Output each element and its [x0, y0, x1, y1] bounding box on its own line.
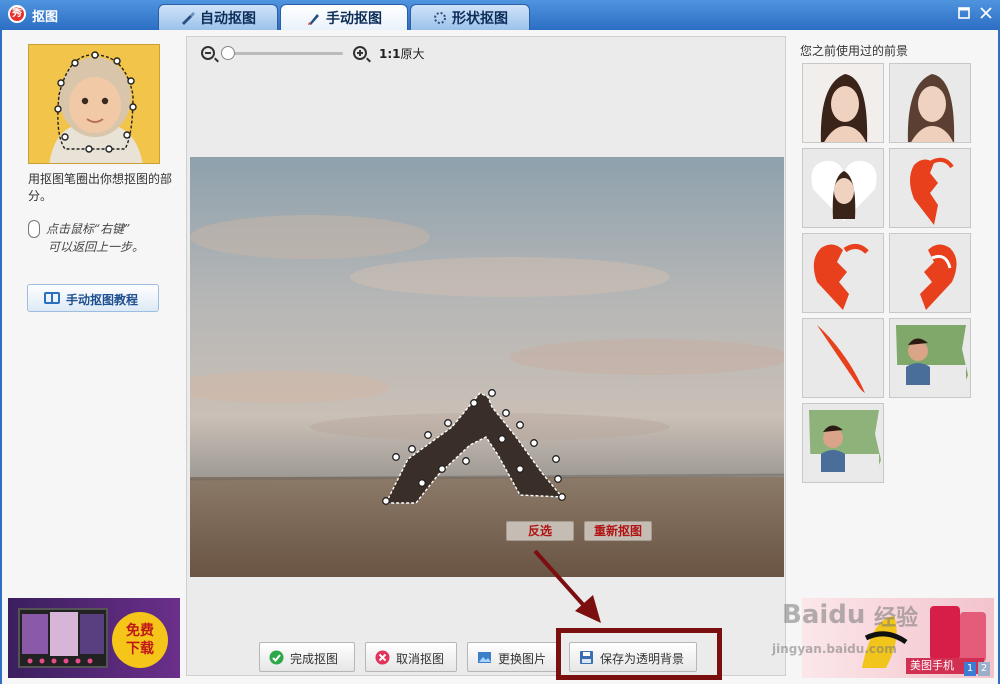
- finish-label: 完成抠图: [290, 652, 339, 666]
- badge-line-1: 免费: [126, 623, 154, 639]
- foreground-item-1[interactable]: [802, 63, 884, 143]
- recent-foregrounds-title: 您之前使用过的前景: [800, 44, 909, 58]
- broken-heart-icon: [890, 234, 970, 312]
- person-photo-icon: [890, 319, 970, 397]
- ad-page-1[interactable]: 1: [964, 662, 976, 676]
- check-icon: [269, 650, 284, 665]
- download-ad-banner[interactable]: 免费 下载: [8, 598, 180, 678]
- change-image-button[interactable]: 更换图片: [467, 642, 559, 672]
- window-title: 抠图: [32, 10, 59, 25]
- foreground-item-2[interactable]: [889, 63, 971, 143]
- foreground-item-9[interactable]: [802, 403, 884, 483]
- baidu-watermark-logo: Baidu: [782, 600, 866, 630]
- finish-cutout-button[interactable]: 完成抠图: [259, 642, 355, 672]
- foreground-item-5[interactable]: [802, 233, 884, 313]
- tab-shape-cutout[interactable]: 形状抠图: [410, 4, 530, 30]
- reset-cutout-button[interactable]: 重新抠图: [584, 521, 652, 541]
- feather-icon: [803, 319, 883, 397]
- player-screens-icon: [18, 608, 108, 668]
- foreground-item-7[interactable]: [802, 318, 884, 398]
- sky-field-photo-icon: [190, 157, 784, 577]
- maximize-icon: [958, 7, 970, 19]
- highlight-box: [556, 628, 722, 680]
- editor-panel: 1:1原大 反选 重新抠图 完成抠图 取消抠图 更换图片 保存为透明背景: [186, 36, 786, 676]
- book-icon: [44, 292, 60, 304]
- mouse-icon: [28, 220, 40, 238]
- image-canvas[interactable]: 反选 重新抠图: [190, 157, 784, 577]
- broken-heart-icon: [890, 149, 970, 227]
- title-bar: 秀 抠图 自动抠图 手动抠图 形状抠图: [0, 0, 1000, 31]
- foreground-item-6[interactable]: [889, 233, 971, 313]
- example-thumbnail: [28, 44, 160, 164]
- instruction-text: 用抠图笔圈出你想抠图的部分。: [28, 172, 173, 203]
- actual-size-button[interactable]: 1:1原大: [379, 45, 425, 62]
- cancel-cutout-button[interactable]: 取消抠图: [365, 642, 457, 672]
- cancel-icon: [375, 650, 390, 665]
- tip-line-2: 可以返回上一步。: [48, 240, 145, 254]
- cancel-label: 取消抠图: [396, 652, 445, 666]
- tutorial-button[interactable]: 手动抠图教程: [27, 284, 159, 312]
- close-icon: [980, 7, 992, 19]
- tab-label: 自动抠图: [200, 11, 256, 27]
- foreground-item-8[interactable]: [889, 318, 971, 398]
- ratio-value: 1:1: [379, 47, 401, 61]
- tab-label: 形状抠图: [452, 11, 508, 27]
- person-photo-icon: [803, 404, 883, 482]
- foreground-item-4[interactable]: [889, 148, 971, 228]
- main-panel: 用抠图笔圈出你想抠图的部分。 点击鼠标“右键” 可以返回上一步。 手动抠图教程 …: [2, 30, 998, 684]
- maximize-button[interactable]: [956, 6, 972, 22]
- tab-manual-cutout[interactable]: 手动抠图: [280, 4, 408, 31]
- baby-photo-icon: [29, 45, 159, 163]
- pen-icon: [308, 14, 319, 25]
- portrait-icon: [803, 64, 883, 142]
- watermark-url: jingyan.baidu.com: [772, 642, 897, 656]
- brush-icon: [182, 12, 195, 25]
- zoom-slider-handle[interactable]: [221, 46, 235, 60]
- image-icon: [478, 652, 491, 663]
- ad-page-2[interactable]: 2: [978, 662, 990, 676]
- tab-auto-cutout[interactable]: 自动抠图: [158, 4, 278, 30]
- change-label: 更换图片: [498, 652, 547, 666]
- close-button[interactable]: [978, 6, 994, 22]
- arrow-annotation-icon: [533, 549, 601, 623]
- watermark-suffix: 经验: [874, 606, 919, 631]
- badge-line-2: 下载: [126, 641, 154, 657]
- ratio-text: 原大: [400, 47, 425, 61]
- zoom-out-icon[interactable]: [201, 46, 215, 60]
- shape-icon: [434, 12, 446, 24]
- invert-selection-button[interactable]: 反选: [506, 521, 574, 541]
- app-logo-icon: 秀: [8, 5, 26, 23]
- broken-heart-icon: [803, 234, 883, 312]
- heart-portrait-icon: [803, 149, 883, 227]
- zoom-slider-track[interactable]: [225, 52, 343, 55]
- tutorial-button-label: 手动抠图教程: [66, 293, 139, 307]
- foreground-item-3[interactable]: [802, 148, 884, 228]
- tab-label: 手动抠图: [326, 11, 382, 27]
- zoom-in-icon[interactable]: [353, 46, 367, 60]
- portrait-icon: [890, 64, 970, 142]
- free-download-badge: 免费 下载: [112, 612, 168, 668]
- tip-line-1: 点击鼠标“右键”: [46, 222, 131, 236]
